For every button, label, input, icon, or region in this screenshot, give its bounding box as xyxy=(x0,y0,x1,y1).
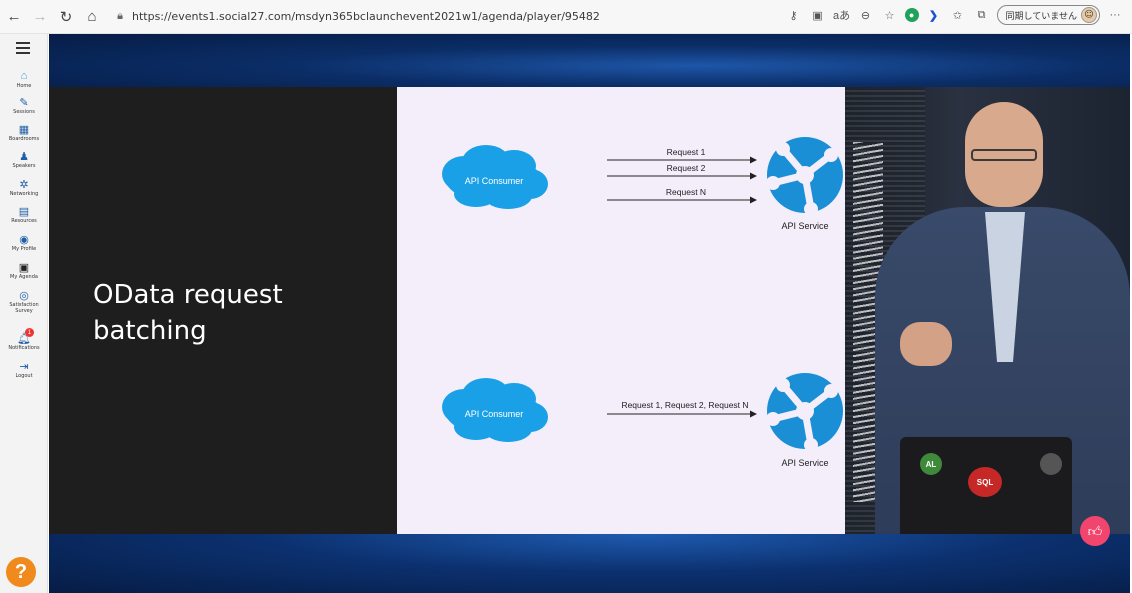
sidebar-item-my-agenda[interactable]: ▣ My Agenda xyxy=(0,261,48,281)
logout-icon: ⇥ xyxy=(19,360,29,373)
batching-diagram: API Consumer Request 1 Request 2 Request… xyxy=(442,87,845,468)
player-bottom-band xyxy=(49,534,1130,593)
sticker-sql: SQL xyxy=(968,467,1002,497)
request-label-2: Request 2 xyxy=(667,163,706,173)
sidebar-item-boardrooms[interactable]: ▦ Boardrooms xyxy=(0,123,48,143)
extension-green-icon[interactable]: ● xyxy=(904,8,919,22)
sidebar-item-label: Resources xyxy=(11,218,37,224)
batch-request-label: Request 1, Request 2, Request N xyxy=(621,400,748,410)
help-button[interactable]: ? xyxy=(6,557,36,587)
profile-sync-button[interactable]: 同期していません ☺ xyxy=(996,5,1100,25)
sidebar-item-sessions[interactable]: ✎ Sessions xyxy=(0,96,48,116)
sidebar-item-label: Speakers xyxy=(12,163,36,169)
networking-icon: ✲ xyxy=(19,178,29,191)
sidebar-item-resources[interactable]: ▤ Resources xyxy=(0,205,48,225)
video-player[interactable]: OData request batching API Consumer Requ… xyxy=(49,34,1130,593)
notification-badge: 1 xyxy=(25,328,34,337)
home-browser-icon[interactable]: ⌂ xyxy=(80,5,104,29)
forward-icon[interactable]: → xyxy=(28,5,52,29)
sidebar-item-my-profile[interactable]: ◉ My Profile xyxy=(0,233,48,253)
sidebar-item-logout[interactable]: ⇥ Logout xyxy=(0,360,48,380)
slide-title-panel: OData request batching xyxy=(49,87,397,534)
api-service-icon-bottom xyxy=(766,373,843,452)
collections-icon[interactable]: ⧉ xyxy=(973,6,991,24)
presenter-hand xyxy=(900,322,952,366)
sticker-al: AL xyxy=(920,453,942,475)
sidebar-item-label: My Agenda xyxy=(10,274,38,280)
refresh-icon[interactable]: ↻ xyxy=(54,5,78,29)
app-sidebar: ⌂ Home ✎ Sessions ▦ Boardrooms ♟ Speaker… xyxy=(0,34,48,593)
profile-icon: ◉ xyxy=(19,233,29,246)
thumbs-up-icon: 👍︎ xyxy=(1087,522,1103,539)
sidebar-item-satisfaction-survey[interactable]: ◎ Satisfaction Survey xyxy=(0,289,48,315)
browser-toolbar: ← → ↻ ⌂ 🔒︎ https://events1.social27.com/… xyxy=(0,0,1132,34)
favorites-icon[interactable]: ✩ xyxy=(949,6,967,24)
lock-icon: 🔒︎ xyxy=(117,10,123,22)
consumer-label-top: API Consumer xyxy=(465,176,524,186)
presenter-video: AL SQL xyxy=(845,87,1130,534)
favorite-add-icon[interactable]: ☆ xyxy=(881,6,899,24)
consumer-label-bottom: API Consumer xyxy=(465,409,524,419)
survey-icon: ◎ xyxy=(19,289,29,302)
sidebar-item-networking[interactable]: ✲ Networking xyxy=(0,178,48,198)
back-icon[interactable]: ← xyxy=(2,5,26,29)
read-aloud-icon[interactable]: aあ xyxy=(833,6,851,24)
sticker-round xyxy=(1040,453,1062,475)
boardroom-icon: ▦ xyxy=(18,123,30,136)
sidebar-item-notifications[interactable]: 🔔︎ 1 Notifications xyxy=(0,328,48,351)
sidebar-item-label: Sessions xyxy=(13,109,35,115)
sidebar-item-label: My Profile xyxy=(11,246,37,252)
zoom-icon[interactable]: ⊖ xyxy=(857,6,875,24)
sidebar-item-label: Notifications xyxy=(8,345,40,351)
home-icon: ⌂ xyxy=(20,70,28,82)
browser-actions: ⚷ ▣ aあ ⊖ ☆ ● ❯ ✩ ⧉ 同期していません ☺ ··· xyxy=(785,5,1124,25)
api-service-icon-top xyxy=(766,137,843,216)
sidebar-item-label: Networking xyxy=(9,191,39,197)
slide-title: OData request batching xyxy=(93,280,283,346)
sidebar-item-label: Home xyxy=(16,83,32,89)
sidebar-item-speakers[interactable]: ♟ Speakers xyxy=(0,150,48,170)
app-available-icon[interactable]: ▣ xyxy=(809,6,827,24)
service-label-top: API Service xyxy=(781,221,828,231)
slide-diagram: API Consumer Request 1 Request 2 Request… xyxy=(397,87,845,534)
sidebar-item-label: Satisfaction Survey xyxy=(9,302,39,314)
key-icon[interactable]: ⚷ xyxy=(785,6,803,24)
request-label-n: Request N xyxy=(666,187,706,197)
address-bar[interactable]: 🔒︎ https://events1.social27.com/msdyn365… xyxy=(112,5,600,29)
more-menu-icon[interactable]: ··· xyxy=(1106,6,1124,24)
sidebar-item-label: Logout xyxy=(15,373,33,379)
player-top-band xyxy=(49,34,1130,87)
sidebar-item-label: Boardrooms xyxy=(8,136,40,142)
laptop: AL SQL xyxy=(900,437,1072,534)
hamburger-menu-icon[interactable] xyxy=(16,42,30,54)
like-button[interactable]: 👍︎ xyxy=(1080,516,1110,546)
url-text[interactable]: https://events1.social27.com/msdyn365bcl… xyxy=(132,10,600,23)
avatar: ☺ xyxy=(1081,7,1097,23)
speaker-icon: ♟ xyxy=(19,150,29,163)
request-label-1: Request 1 xyxy=(667,147,706,157)
presenter-glasses xyxy=(971,149,1037,161)
calendar-icon: ▣ xyxy=(18,261,30,274)
sync-label: 同期していません xyxy=(1005,11,1077,22)
extension-blue-icon[interactable]: ❯ xyxy=(925,6,943,24)
resources-icon: ▤ xyxy=(18,205,30,218)
service-label-bottom: API Service xyxy=(781,458,828,468)
sidebar-item-home[interactable]: ⌂ Home xyxy=(0,70,48,89)
pencil-icon: ✎ xyxy=(19,96,29,109)
